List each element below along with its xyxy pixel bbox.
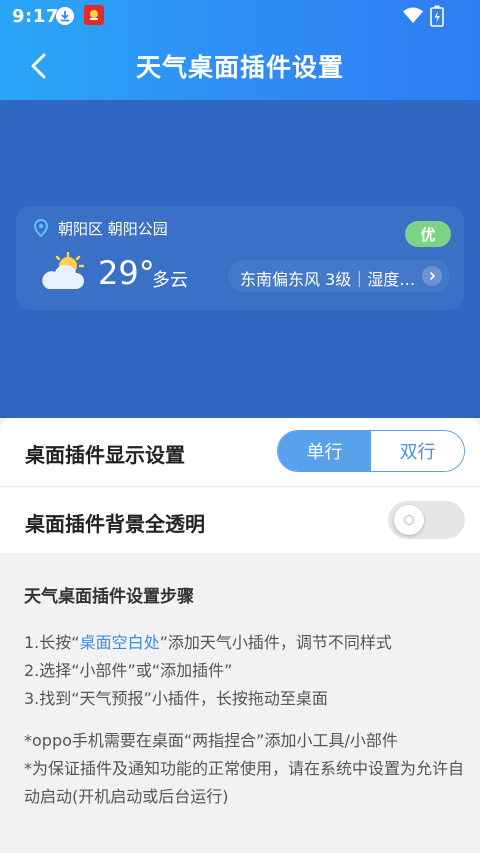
wind-humidity-text: 东南偏东风 3级｜湿度…: [240, 270, 416, 289]
widget-location: 朝阳区 朝阳公园: [58, 220, 168, 238]
aqi-badge: 优: [405, 221, 451, 247]
page-title: 天气桌面插件设置: [135, 53, 344, 82]
wifi-icon: [402, 6, 424, 28]
chevron-right-icon: [422, 266, 442, 286]
step-1: 1.长按“桌面空白处”添加天气小插件，调节不同样式: [24, 629, 464, 657]
wind-humidity-pill: 东南偏东风 3级｜湿度…: [228, 260, 450, 292]
single-line-option[interactable]: 单行: [278, 431, 371, 471]
widget-condition: 多云: [152, 270, 188, 291]
battery-icon: [430, 5, 444, 31]
step-1-prefix: 1.长按“: [24, 633, 80, 652]
app-notification-icon: [84, 5, 104, 25]
transparent-setting-label: 桌面插件背景全透明: [25, 512, 205, 536]
display-setting-row: 桌面插件显示设置 单行 双行: [0, 418, 480, 486]
step-1-highlight: 桌面空白处: [79, 633, 160, 652]
transparent-toggle[interactable]: [388, 501, 465, 539]
double-line-option[interactable]: 双行: [371, 431, 464, 471]
setup-steps: 天气桌面插件设置步骤 1.长按“桌面空白处”添加天气小插件，调节不同样式 2.选…: [24, 582, 464, 811]
status-time: 9:17: [12, 6, 59, 27]
widget-temperature: 29°: [98, 254, 155, 292]
display-setting-label: 桌面插件显示设置: [25, 443, 185, 467]
step-1-suffix: ”添加天气小插件，调节不同样式: [159, 633, 392, 652]
step-2: 2.选择“小部件”或“添加插件”: [24, 661, 233, 680]
weather-widget-card: 朝阳区 朝阳公园 优 29° 多云 东南偏东风 3级｜湿度…: [16, 206, 464, 310]
cloudy-sun-icon: [38, 251, 88, 296]
transparent-setting-row: 桌面插件背景全透明: [0, 487, 480, 553]
status-bar: 9:17: [0, 0, 480, 34]
note-autostart: *为保证插件及通知功能的正常使用，请在系统中设置为允许自动启动(开机启动或后台运…: [24, 759, 465, 806]
download-icon: [56, 7, 74, 25]
steps-title: 天气桌面插件设置步骤: [24, 587, 194, 607]
toggle-knob: [394, 505, 424, 535]
widget-preview-area: 朝阳区 朝阳公园 优 29° 多云 东南偏东风 3级｜湿度…: [0, 100, 480, 418]
nav-bar: 天气桌面插件设置: [0, 34, 480, 98]
step-3: 3.找到“天气预报”小插件，长按拖动至桌面: [24, 689, 328, 708]
location-pin-icon: [33, 218, 49, 241]
display-mode-selector: 单行 双行: [277, 430, 465, 472]
note-oppo: *oppo手机需要在桌面“两指捏合”添加小工具/小部件: [24, 731, 398, 750]
header-bar: 9:17 天气桌面插件设置: [0, 0, 480, 100]
